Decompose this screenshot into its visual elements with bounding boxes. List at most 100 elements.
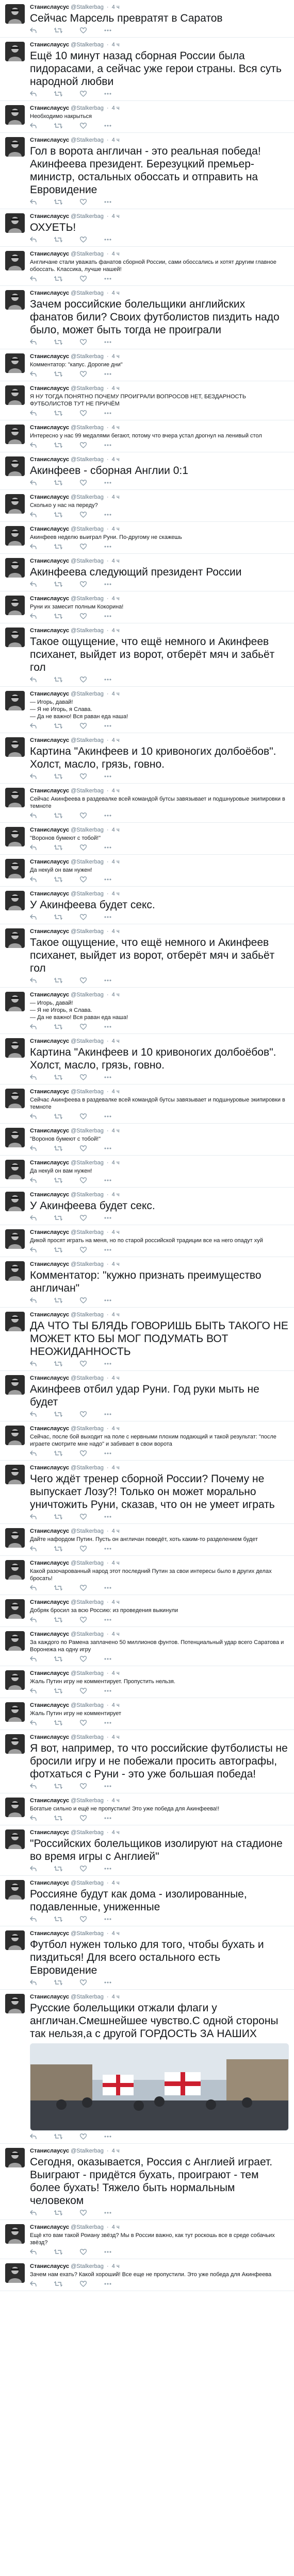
author-name[interactable]: Станислаусус — [30, 353, 69, 360]
retweet-button[interactable] — [54, 123, 62, 129]
tweet-timestamp[interactable]: 4 ч — [112, 2263, 120, 2269]
avatar[interactable] — [5, 2263, 25, 2283]
author-name[interactable]: Станислаусус — [30, 213, 69, 219]
author-name[interactable]: Станислаусус — [30, 4, 69, 10]
avatar[interactable] — [5, 353, 25, 373]
reply-button[interactable] — [30, 1247, 37, 1253]
tweet[interactable]: Станислаусус @Stalkerbag · 4 ч Да некуй … — [0, 855, 294, 887]
author-name[interactable]: Станислаусус — [30, 1702, 69, 1708]
like-button[interactable] — [80, 480, 87, 486]
tweet[interactable]: Станислаусус @Stalkerbag · 4 ч Жаль Пути… — [0, 1666, 294, 1698]
author-handle[interactable]: @Stalkerbag — [71, 596, 104, 602]
reply-button[interactable] — [30, 2281, 37, 2287]
reply-button[interactable] — [30, 2249, 37, 2255]
avatar[interactable] — [5, 1465, 25, 1484]
author-name[interactable]: Станислаусус — [30, 992, 69, 998]
tweet-timestamp[interactable]: 4 ч — [112, 1702, 120, 1708]
tweet-timestamp[interactable]: 4 ч — [112, 4, 120, 10]
author-handle[interactable]: @Stalkerbag — [71, 1160, 104, 1166]
retweet-button[interactable] — [54, 723, 62, 729]
like-button[interactable] — [80, 1815, 87, 1821]
avatar[interactable] — [5, 105, 25, 125]
more-button[interactable] — [104, 1452, 111, 1454]
retweet-button[interactable] — [54, 1866, 62, 1872]
tweet[interactable]: Станислаусус @Stalkerbag · 4 ч Дайте наф… — [0, 1524, 294, 1556]
tweet-timestamp[interactable]: 4 ч — [112, 2224, 120, 2230]
reply-button[interactable] — [30, 1720, 37, 1726]
tweet-timestamp[interactable]: 4 ч — [112, 1599, 120, 1605]
like-button[interactable] — [80, 1546, 87, 1552]
author-handle[interactable]: @Stalkerbag — [71, 1128, 104, 1134]
retweet-button[interactable] — [54, 512, 62, 518]
like-button[interactable] — [80, 1177, 87, 1183]
retweet-button[interactable] — [54, 581, 62, 587]
avatar[interactable] — [5, 1089, 25, 1108]
tweet-photo[interactable] — [30, 2043, 289, 2131]
avatar[interactable] — [5, 4, 25, 24]
author-handle[interactable]: @Stalkerbag — [71, 290, 104, 296]
more-button[interactable] — [104, 412, 111, 414]
author-name[interactable]: Станислаусус — [30, 1829, 69, 1836]
reply-button[interactable] — [30, 199, 37, 205]
tweet[interactable]: Станислаусус @Stalkerbag · 4 ч За каждог… — [0, 1627, 294, 1666]
more-button[interactable] — [104, 1249, 111, 1251]
avatar[interactable] — [5, 2224, 25, 2244]
retweet-button[interactable] — [54, 1024, 62, 1030]
like-button[interactable] — [80, 1656, 87, 1662]
author-name[interactable]: Станислаусус — [30, 2263, 69, 2269]
author-handle[interactable]: @Stalkerbag — [71, 2148, 104, 2154]
tweet-timestamp[interactable]: 4 ч — [112, 737, 120, 743]
more-button[interactable] — [104, 1115, 111, 1117]
more-button[interactable] — [104, 1548, 111, 1550]
author-name[interactable]: Станислаусус — [30, 1426, 69, 1432]
more-button[interactable] — [104, 583, 111, 585]
author-handle[interactable]: @Stalkerbag — [71, 251, 104, 257]
more-button[interactable] — [104, 278, 111, 280]
tweet-timestamp[interactable]: 4 ч — [112, 1631, 120, 1637]
more-button[interactable] — [104, 514, 111, 516]
author-name[interactable]: Станислаусус — [30, 1734, 69, 1740]
tweet-timestamp[interactable]: 4 ч — [112, 1465, 120, 1471]
reply-button[interactable] — [30, 581, 37, 587]
author-name[interactable]: Станислаусус — [30, 788, 69, 794]
reply-button[interactable] — [30, 371, 37, 377]
tweet[interactable]: Станислаусус @Stalkerbag · 4 ч Зачем рос… — [0, 286, 294, 349]
tweet[interactable]: Станислаусус @Stalkerbag · 4 ч Комментат… — [0, 1257, 294, 1308]
author-name[interactable]: Станислаусус — [30, 1560, 69, 1566]
tweet-timestamp[interactable]: 4 ч — [112, 526, 120, 532]
author-handle[interactable]: @Stalkerbag — [71, 494, 104, 500]
tweet-timestamp[interactable]: 4 ч — [112, 137, 120, 143]
author-name[interactable]: Станислаусус — [30, 928, 69, 935]
tweet[interactable]: Станислаусус @Stalkerbag · 4 ч Необходим… — [0, 101, 294, 133]
more-button[interactable] — [104, 725, 111, 727]
reply-button[interactable] — [30, 723, 37, 729]
more-button[interactable] — [104, 679, 111, 681]
like-button[interactable] — [80, 1514, 87, 1520]
author-handle[interactable]: @Stalkerbag — [71, 1261, 104, 1267]
retweet-button[interactable] — [54, 480, 62, 486]
tweet[interactable]: Станислаусус @Stalkerbag · 4 ч — Игорь, … — [0, 988, 294, 1034]
reply-button[interactable] — [30, 512, 37, 518]
avatar[interactable] — [5, 1734, 25, 1754]
retweet-button[interactable] — [54, 236, 62, 243]
avatar[interactable] — [5, 1930, 25, 1950]
more-button[interactable] — [104, 815, 111, 817]
tweet-timestamp[interactable]: 4 ч — [112, 1528, 120, 1534]
author-handle[interactable]: @Stalkerbag — [71, 1192, 104, 1198]
author-handle[interactable]: @Stalkerbag — [71, 788, 104, 794]
tweet[interactable]: Станислаусус @Stalkerbag · 4 ч Чего ждёт… — [0, 1461, 294, 1524]
tweet-timestamp[interactable]: 4 ч — [112, 1880, 120, 1886]
author-handle[interactable]: @Stalkerbag — [71, 859, 104, 865]
tweet[interactable]: Станислаусус @Stalkerbag · 4 ч Футбол ну… — [0, 1926, 294, 1990]
more-button[interactable] — [104, 775, 111, 777]
tweet-timestamp[interactable]: 4 ч — [112, 891, 120, 897]
avatar[interactable] — [5, 494, 25, 514]
author-name[interactable]: Станислаусус — [30, 859, 69, 865]
avatar[interactable] — [5, 290, 25, 310]
author-name[interactable]: Станислаусус — [30, 1528, 69, 1534]
avatar[interactable] — [5, 1426, 25, 1445]
retweet-button[interactable] — [54, 876, 62, 883]
author-handle[interactable]: @Stalkerbag — [71, 456, 104, 463]
tweet-timestamp[interactable]: 4 ч — [112, 1089, 120, 1095]
avatar[interactable] — [5, 737, 25, 757]
